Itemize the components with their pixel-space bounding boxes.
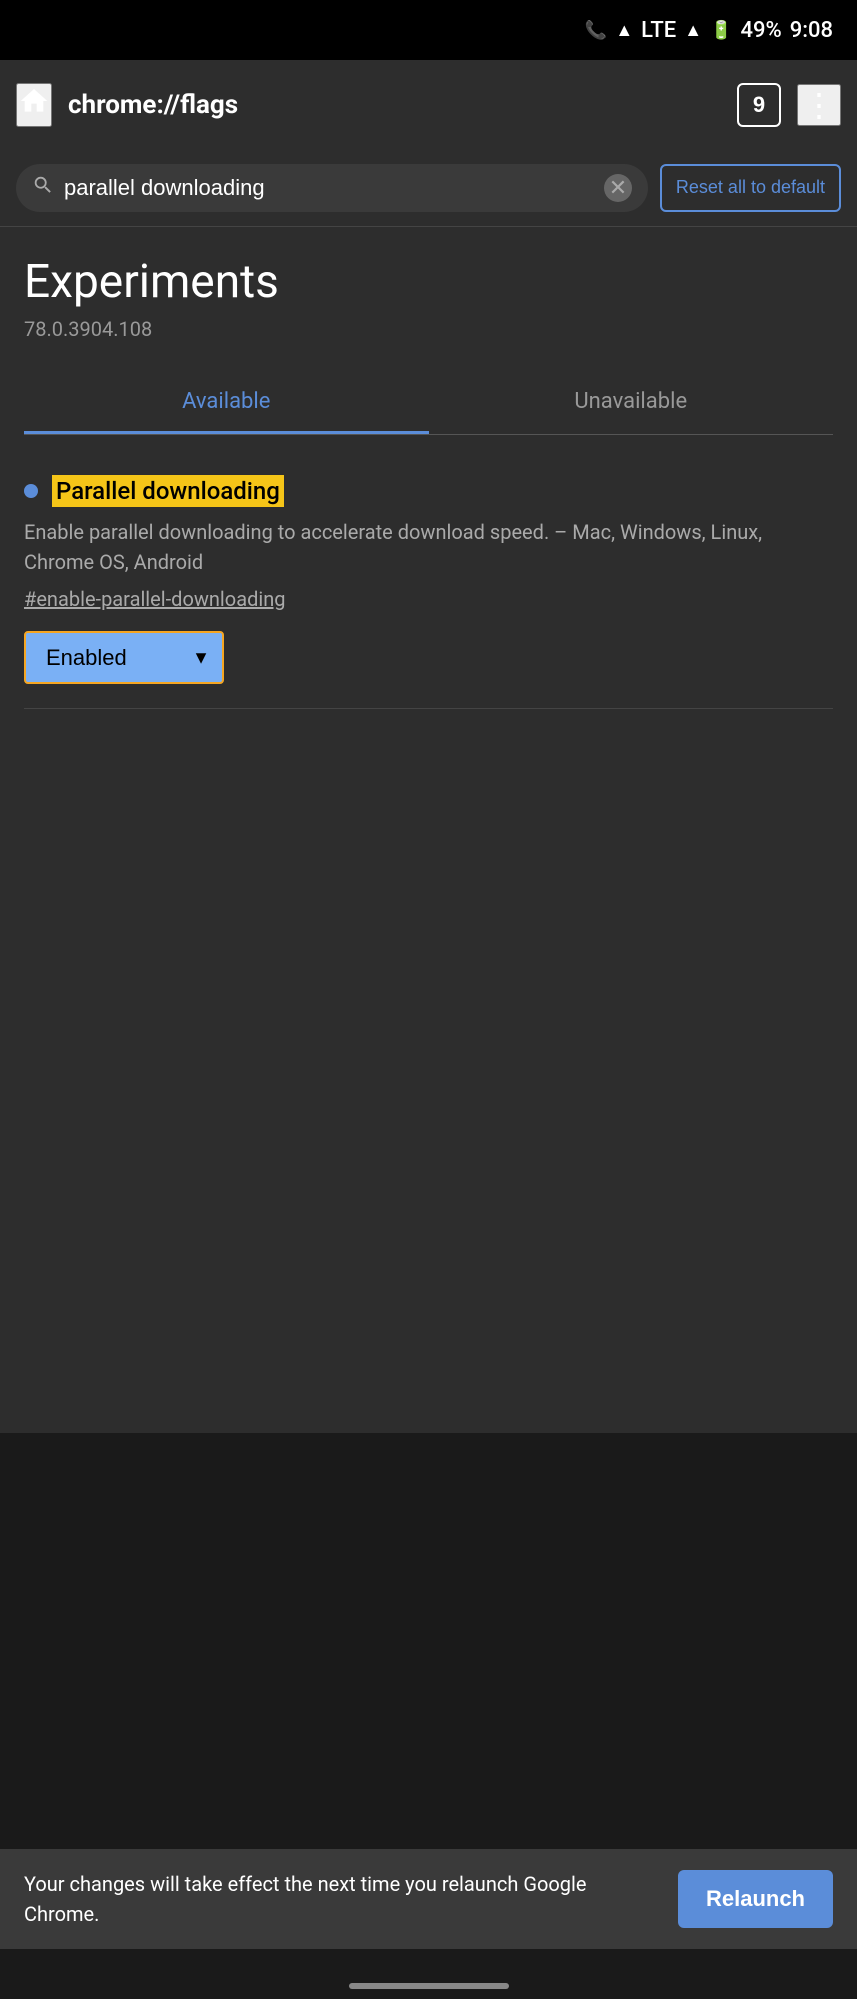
url-prefix: chrome:// <box>68 90 180 120</box>
experiment-title: Parallel downloading <box>52 475 284 507</box>
experiment-select-wrapper: Default Enabled Disabled ▼ <box>24 631 224 684</box>
battery-icon: 🔋 <box>710 20 732 41</box>
reset-all-button[interactable]: Reset all to default <box>660 164 841 211</box>
experiment-item: Parallel downloading Enable parallel dow… <box>24 459 833 709</box>
status-bar: 📞 ▲ LTE ▲ 🔋 49% 9:08 <box>0 0 857 60</box>
url-bold: flags <box>180 90 238 120</box>
url-bar[interactable]: chrome://flags <box>68 90 721 120</box>
clear-search-button[interactable]: ✕ <box>604 174 632 202</box>
experiments-list: Parallel downloading Enable parallel dow… <box>24 435 833 733</box>
relaunch-button[interactable]: Relaunch <box>678 1870 833 1928</box>
phone-lte-icon: 📞 <box>585 20 607 41</box>
signal-icon: ▲ <box>684 20 702 41</box>
browser-bar: chrome://flags 9 ⋮ <box>0 60 857 150</box>
search-icon <box>32 174 54 202</box>
experiment-enabled-select[interactable]: Default Enabled Disabled <box>24 631 224 684</box>
search-wrapper: ✕ <box>16 164 648 212</box>
tabs-container: Available Unavailable <box>24 369 833 435</box>
battery-percent: 49% <box>740 18 781 43</box>
search-input[interactable] <box>64 175 594 201</box>
experiment-description: Enable parallel downloading to accelerat… <box>24 517 833 577</box>
tab-count-button[interactable]: 9 <box>737 83 781 127</box>
tab-unavailable[interactable]: Unavailable <box>429 369 834 434</box>
search-bar-container: ✕ Reset all to default <box>0 150 857 227</box>
status-icons: 📞 ▲ LTE ▲ 🔋 49% 9:08 <box>585 18 833 43</box>
menu-button[interactable]: ⋮ <box>797 84 841 126</box>
version-text: 78.0.3904.108 <box>24 317 833 341</box>
experiment-header: Parallel downloading <box>24 475 833 507</box>
main-content: Experiments 78.0.3904.108 Available Unav… <box>0 227 857 1433</box>
bottom-notification-bar: Your changes will take effect the next t… <box>0 1849 857 1949</box>
lte-label: LTE <box>641 18 676 43</box>
page-title: Experiments <box>24 255 833 309</box>
notification-message: Your changes will take effect the next t… <box>24 1869 658 1929</box>
experiment-link[interactable]: #enable-parallel-downloading <box>24 587 833 611</box>
experiment-indicator-dot <box>24 484 38 498</box>
home-button[interactable] <box>16 83 52 127</box>
home-indicator <box>349 1983 509 1989</box>
clock: 9:08 <box>790 18 833 43</box>
tab-available[interactable]: Available <box>24 369 429 434</box>
wifi-icon: ▲ <box>615 20 633 41</box>
